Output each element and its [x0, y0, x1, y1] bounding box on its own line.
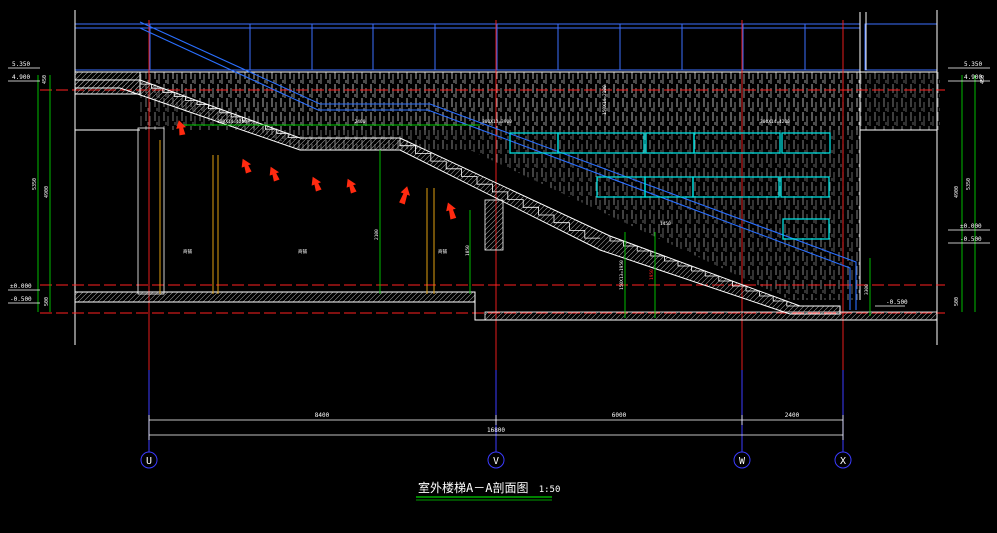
- dim-1450-label: 1450: [660, 221, 671, 227]
- right-elev-top-a: 5.350: [964, 61, 982, 68]
- riser-a-label: 150X14=2100: [602, 85, 608, 115]
- drawing-title-scale: 1:50: [539, 485, 561, 495]
- right-dim-a: 450: [980, 75, 986, 84]
- right-dim-d: 500: [954, 297, 960, 306]
- left-elev-zero: ±0.000: [10, 283, 32, 290]
- floor-elevation-label: -0.500: [886, 299, 908, 306]
- space-label-c: 商铺: [438, 248, 447, 255]
- drawing-title: 室外楼梯A－A剖面图 1:50: [418, 480, 560, 495]
- drawing-title-main: 室外楼梯A－A剖面图: [418, 480, 528, 495]
- right-dim-c: 4900: [954, 186, 960, 198]
- axis-bubble-v: V: [487, 451, 505, 469]
- left-elev-bottom: -0.500: [10, 296, 32, 303]
- dim-3300-label: 3300: [864, 284, 870, 295]
- wall-texture: [140, 72, 940, 300]
- space-label-a: 商铺: [183, 248, 192, 255]
- axis-lines: [148, 370, 844, 452]
- arrow-4: [311, 176, 322, 192]
- left-dim-d: 500: [44, 297, 50, 306]
- dim-1950-label: 1950: [649, 269, 655, 280]
- arrow-7: [446, 202, 457, 220]
- section-drawing-svg: 8400 6000 2400 16800 U V W X 5.350 4.900…: [8, 10, 990, 501]
- right-dim-b: 5350: [966, 178, 972, 190]
- dim-vw: 6000: [612, 412, 627, 419]
- stair-flight-1-label: 300X14=4200: [217, 119, 247, 125]
- axis-label-v: V: [493, 456, 499, 467]
- axis-bubble-w: W: [733, 451, 751, 469]
- arrow-2: [241, 158, 252, 174]
- left-dim-b: 5350: [32, 178, 38, 190]
- left-dim-a: 450: [42, 75, 48, 84]
- left-elev-top-b: 4.900: [12, 74, 30, 81]
- axis-label-w: W: [739, 456, 746, 467]
- dim-uv: 8400: [315, 412, 330, 419]
- arrow-6: [399, 186, 411, 205]
- stair-flight-2-label: 300X13=3900: [482, 119, 512, 125]
- arrow-3: [269, 166, 280, 182]
- axis-label-u: U: [146, 456, 152, 467]
- left-dim-c: 4900: [44, 186, 50, 198]
- right-elev-zero: ±0.000: [960, 223, 982, 230]
- dim-total: 16800: [487, 427, 505, 434]
- axis-bubble-u: U: [140, 451, 158, 469]
- dim-2100-label: 2100: [374, 229, 380, 240]
- left-elev-top-a: 5.350: [12, 61, 30, 68]
- right-elevation-markers: 5.350 4.900 ±0.000 -0.500: [948, 61, 990, 244]
- stair-landing-label: 2400: [355, 119, 366, 125]
- right-elev-bottom: -0.500: [960, 236, 982, 243]
- yellow-columns: [159, 140, 435, 294]
- riser-b-label: 150X13=1950: [619, 260, 625, 290]
- arrow-5: [346, 178, 357, 194]
- upper-glazing-frame: [74, 23, 938, 71]
- dim-wx: 2400: [785, 412, 800, 419]
- stair-flight-3-label: 300X14=4200: [760, 119, 790, 125]
- axis-bubble-x: X: [834, 451, 852, 469]
- cad-section-drawing: 8400 6000 2400 16800 U V W X 5.350 4.900…: [0, 0, 997, 529]
- space-label-b: 商铺: [298, 248, 307, 255]
- axis-label-x: X: [840, 456, 846, 467]
- dim-1050-label: 1050: [465, 245, 471, 256]
